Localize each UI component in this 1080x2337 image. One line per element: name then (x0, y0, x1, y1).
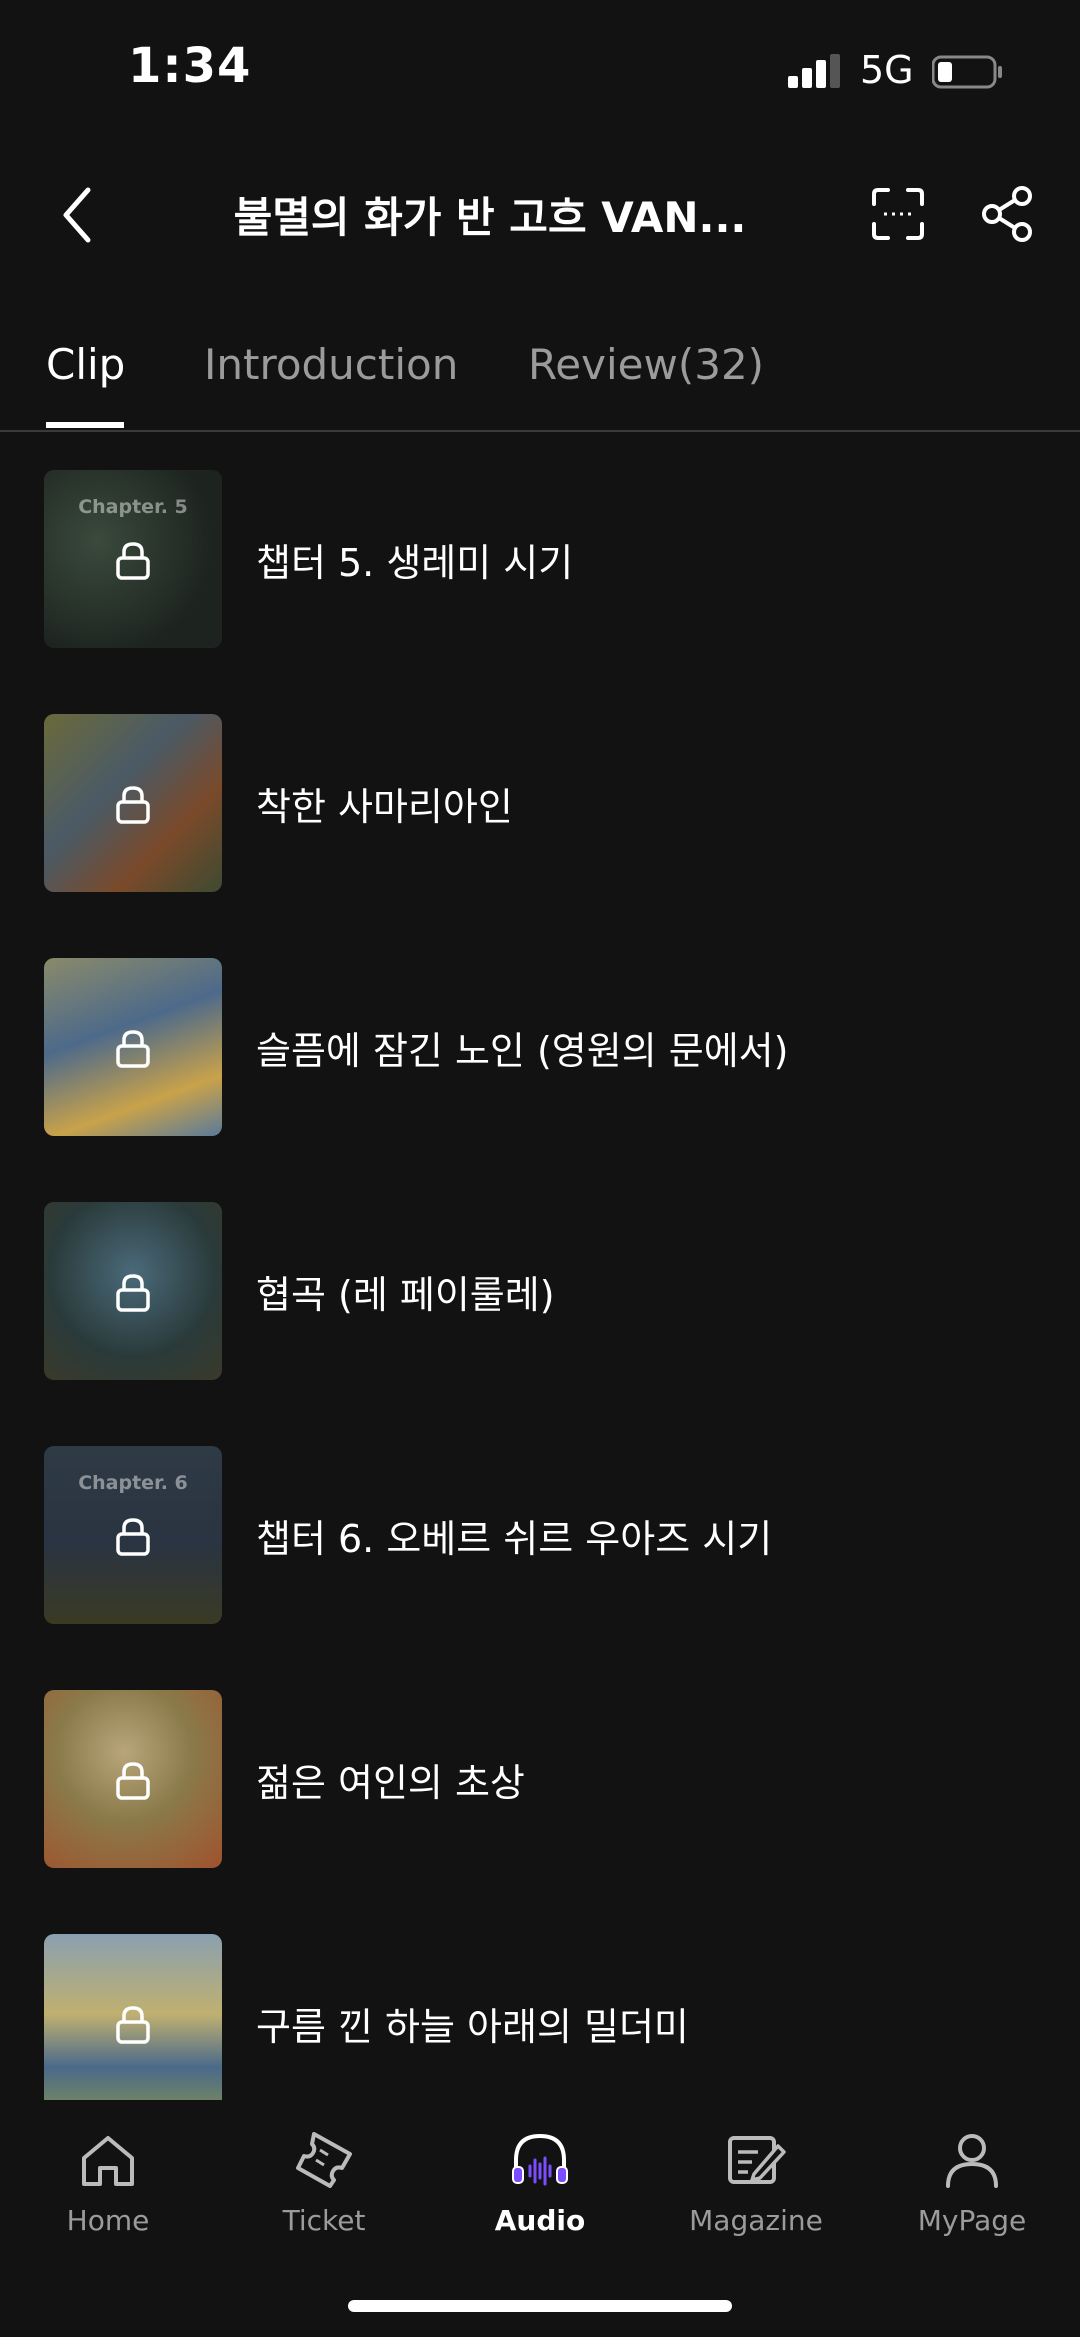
magazine-icon (728, 2136, 786, 2184)
list-item[interactable]: 착한 사마리아인 (0, 714, 1080, 894)
lock-icon (116, 542, 150, 580)
clip-title: 협곡 (레 페이룰레) (256, 1273, 555, 1317)
clip-thumbnail: Chapter. 5 (44, 470, 222, 648)
clip-thumbnail (44, 714, 222, 892)
tab-clip[interactable]: Clip (46, 340, 125, 389)
lock-icon (116, 2006, 150, 2044)
nav-ticket[interactable]: Ticket (216, 2128, 432, 2237)
clip-thumbnail (44, 1202, 222, 1380)
list-item[interactable]: Chapter. 6 챕터 6. 오베르 쉬르 우아즈 시기 (0, 1446, 1080, 1626)
clip-thumbnail (44, 1690, 222, 1868)
lock-icon (116, 1518, 150, 1556)
active-tab-indicator (46, 422, 124, 428)
lock-icon (116, 786, 150, 824)
tab-bar: Clip Introduction Review(32) (0, 320, 1080, 432)
clip-title: 슬픔에 잠긴 노인 (영원의 문에서) (256, 1029, 789, 1073)
home-indicator[interactable] (348, 2300, 732, 2312)
header: 불멸의 화가 반 고흐 VAN... (0, 150, 1080, 280)
nav-label: Home (66, 2204, 150, 2237)
list-item[interactable]: 젊은 여인의 초상 (0, 1690, 1080, 1870)
clip-title: 젊은 여인의 초상 (256, 1761, 525, 1805)
clip-thumbnail (44, 958, 222, 1136)
nav-mypage[interactable]: MyPage (864, 2128, 1080, 2237)
list-item[interactable]: Chapter. 5 챕터 5. 생레미 시기 (0, 470, 1080, 650)
scan-icon[interactable] (870, 186, 926, 242)
lock-icon (116, 1030, 150, 1068)
nav-magazine[interactable]: Magazine (648, 2128, 864, 2237)
list-item[interactable]: 구름 낀 하늘 아래의 밀더미 (0, 1934, 1080, 2114)
person-icon (946, 2134, 998, 2188)
thumbnail-caption: Chapter. 6 (78, 1472, 188, 1494)
signal-icon (788, 54, 840, 88)
list-item[interactable]: 슬픔에 잠긴 노인 (영원의 문에서) (0, 958, 1080, 1138)
ticket-icon (296, 2132, 352, 2188)
nav-label: Ticket (282, 2204, 366, 2237)
nav-audio[interactable]: Audio (432, 2128, 648, 2237)
network-label: 5G (860, 48, 914, 92)
home-icon (82, 2136, 134, 2186)
status-bar: 1:34 5G (0, 0, 1080, 140)
thumbnail-caption: Chapter. 5 (78, 496, 188, 518)
clip-title: 구름 낀 하늘 아래의 밀더미 (256, 2005, 689, 2049)
share-icon[interactable] (980, 184, 1036, 244)
nav-label: MyPage (917, 2204, 1027, 2237)
headphones-icon (512, 2133, 568, 2186)
status-time: 1:34 (128, 38, 252, 94)
tab-review[interactable]: Review(32) (528, 340, 764, 389)
tab-introduction[interactable]: Introduction (204, 340, 458, 389)
page-title: 불멸의 화가 반 고흐 VAN... (233, 193, 747, 242)
lock-icon (116, 1762, 150, 1800)
list-item[interactable]: 협곡 (레 페이룰레) (0, 1202, 1080, 1382)
back-icon[interactable] (56, 180, 100, 250)
nav-label: Audio (494, 2204, 586, 2237)
nav-label: Magazine (689, 2204, 823, 2237)
lock-icon (116, 1274, 150, 1312)
clip-thumbnail (44, 1934, 222, 2112)
clip-title: 착한 사마리아인 (256, 785, 513, 829)
clip-title: 챕터 6. 오베르 쉬르 우아즈 시기 (256, 1517, 773, 1561)
clip-title: 챕터 5. 생레미 시기 (256, 541, 574, 585)
battery-icon (932, 55, 1002, 89)
nav-home[interactable]: Home (0, 2128, 216, 2237)
clip-thumbnail: Chapter. 6 (44, 1446, 222, 1624)
